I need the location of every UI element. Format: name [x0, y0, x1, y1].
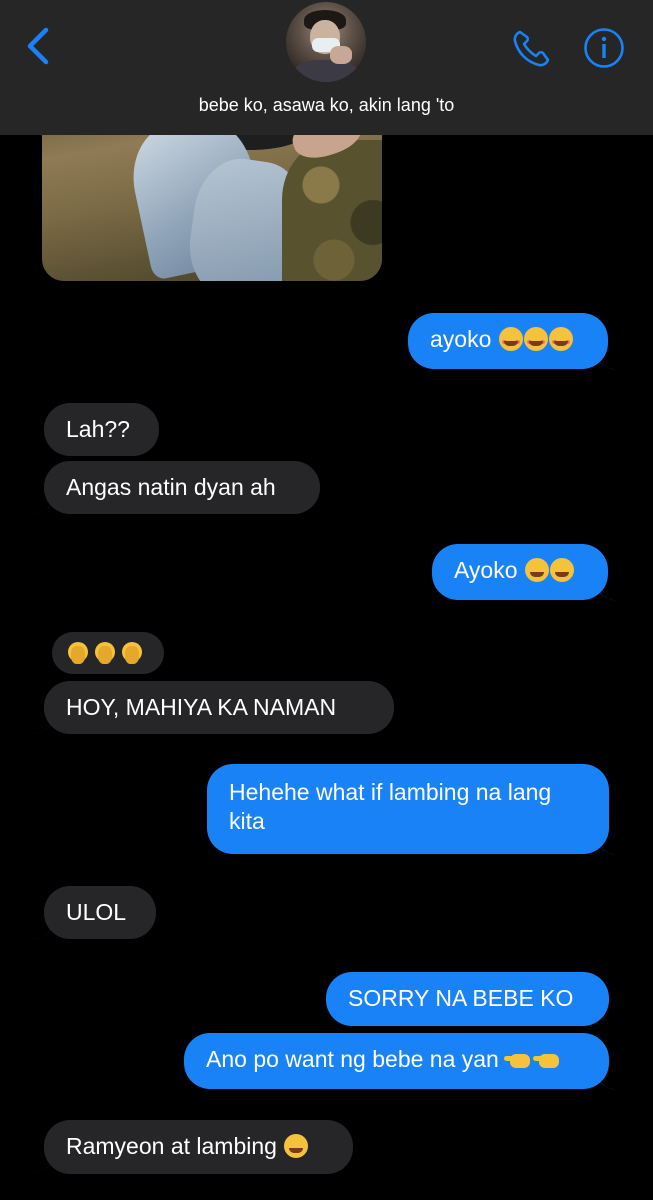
message-bubble-received[interactable]: Ramyeon at lambing	[44, 1120, 353, 1174]
sneezing-face-icon	[283, 1134, 309, 1165]
message-bubble-received[interactable]: HOY, MAHIYA KA NAMAN	[44, 681, 394, 734]
conversation-header: bebe ko, asawa ko, akin lang 'to	[0, 0, 653, 135]
avatar[interactable]	[286, 2, 366, 82]
photo-camo-jacket	[282, 140, 382, 281]
message-bubble-received[interactable]	[52, 632, 164, 674]
message-bubble-sent[interactable]: Hehehe what if lambing na lang kita	[207, 764, 609, 854]
contact-name[interactable]: bebe ko, asawa ko, akin lang 'to	[0, 95, 653, 116]
back-button[interactable]	[22, 26, 54, 66]
person-facepalming-icon	[64, 640, 145, 673]
message-text: Angas natin dyan ah	[66, 474, 276, 500]
squinting-face-with-tongue-icon	[524, 558, 574, 589]
avatar-shirt	[294, 60, 358, 82]
message-text: Ayoko	[454, 557, 518, 583]
call-button[interactable]	[510, 26, 554, 70]
bubble-tail	[594, 349, 616, 370]
message-bubble-received[interactable]: ULOL	[44, 886, 156, 939]
info-icon	[584, 28, 624, 68]
bubble-tail	[34, 493, 56, 514]
bubble-tail	[594, 580, 616, 601]
message-text: SORRY NA BEBE KO	[348, 985, 574, 1011]
message-text: ULOL	[66, 899, 127, 925]
smiling-face-with-hearts-icon	[498, 327, 573, 358]
message-bubble-sent[interactable]: Ano po want ng bebe na yan	[184, 1033, 609, 1089]
message-text: HOY, MAHIYA KA NAMAN	[66, 694, 337, 720]
phone-icon	[513, 30, 550, 67]
message-bubble-sent[interactable]: SORRY NA BEBE KO	[326, 972, 609, 1026]
message-bubble-sent[interactable]: ayoko	[408, 313, 608, 369]
bubble-tail	[34, 918, 56, 939]
message-text: Lah??	[66, 416, 130, 442]
bubble-tail	[594, 834, 616, 855]
message-text: ayoko	[430, 326, 492, 352]
bubble-tail	[34, 713, 56, 734]
bubble-tail	[34, 1152, 56, 1173]
message-text-line: Hehehe what if lambing na lang	[229, 779, 552, 805]
bubble-tail	[594, 1069, 616, 1090]
message-text-line: kita	[229, 808, 265, 834]
message-text: Ano po want ng bebe na yan	[206, 1046, 499, 1072]
message-bubble-received[interactable]: Lah??	[44, 403, 159, 456]
message-text: Ramyeon at lambing	[66, 1133, 277, 1159]
chevron-left-icon	[27, 27, 49, 65]
message-bubble-sent[interactable]: Ayoko	[432, 544, 608, 600]
message-bubble-received[interactable]: Angas natin dyan ah	[44, 461, 320, 514]
backhand-index-pointing-left-icon	[504, 1049, 563, 1078]
info-button[interactable]	[583, 27, 625, 69]
avatar-hand	[330, 46, 352, 64]
